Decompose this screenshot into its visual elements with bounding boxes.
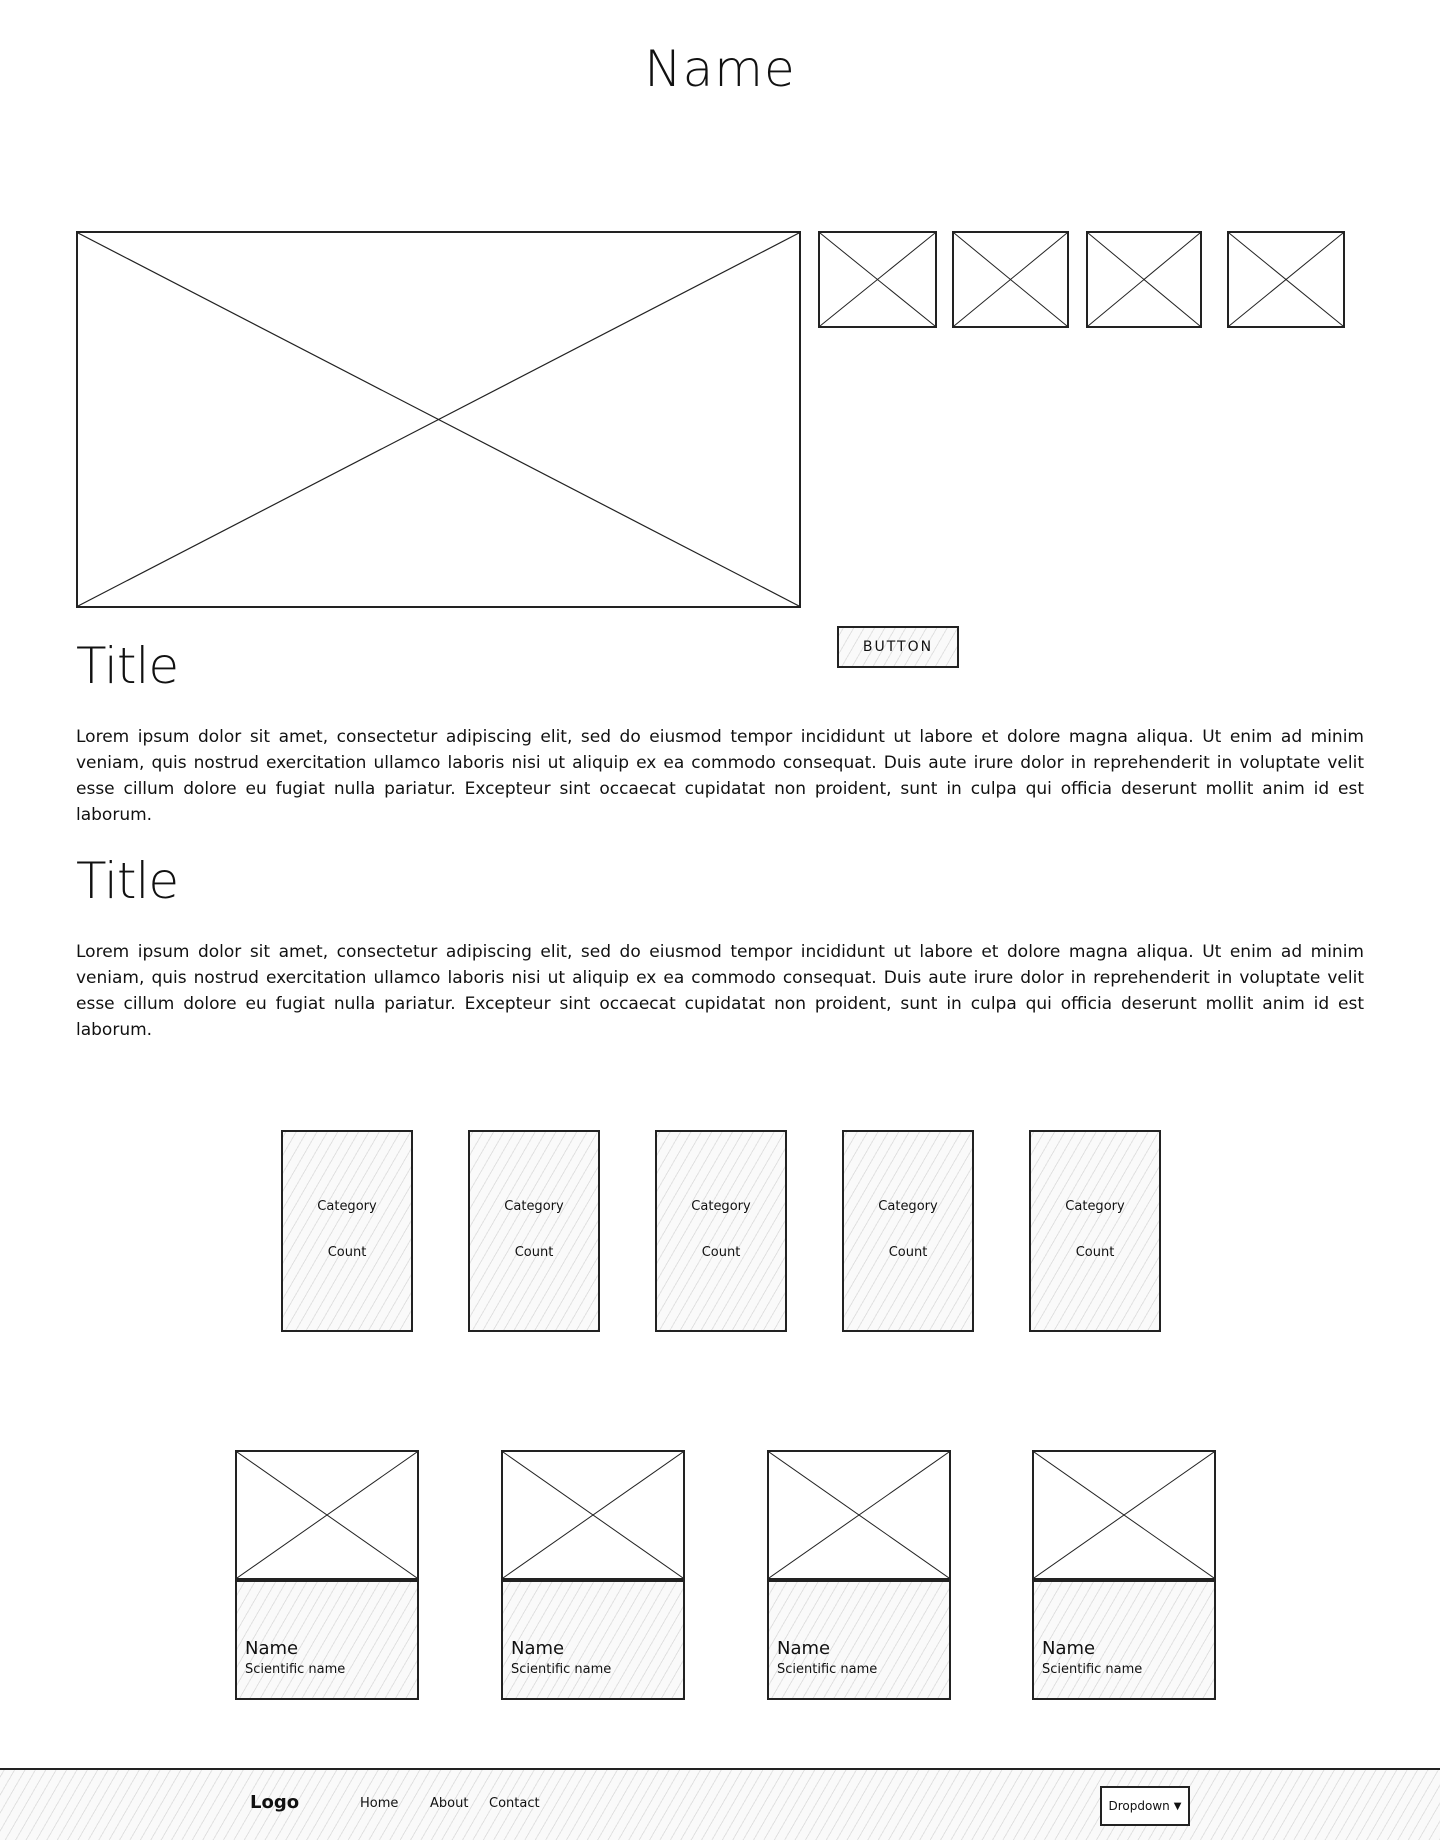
image-placeholder-icon — [954, 233, 1067, 326]
category-card[interactable]: Category Count — [1029, 1130, 1161, 1332]
species-card[interactable]: Name Scientific name — [501, 1450, 685, 1700]
species-card[interactable]: Name Scientific name — [1032, 1450, 1216, 1700]
gallery-thumbnail[interactable] — [818, 231, 937, 328]
image-placeholder-icon — [1229, 233, 1343, 326]
primary-button[interactable]: BUTTON — [837, 626, 959, 668]
section-title: Title — [76, 852, 179, 910]
category-card[interactable]: Category Count — [468, 1130, 600, 1332]
species-info: Name Scientific name — [1032, 1580, 1216, 1700]
image-placeholder-icon — [1034, 1452, 1214, 1578]
species-image — [235, 1450, 419, 1580]
species-info: Name Scientific name — [767, 1580, 951, 1700]
logo[interactable]: Logo — [250, 1792, 299, 1813]
category-card[interactable]: Category Count — [842, 1130, 974, 1332]
footer: Logo Home About Contact Dropdown ▼ — [0, 1768, 1440, 1840]
species-scientific-name: Scientific name — [511, 1662, 612, 1677]
nav-link-about[interactable]: About — [430, 1796, 468, 1811]
category-label: Category — [691, 1199, 751, 1214]
page-title: Name — [644, 40, 796, 98]
image-placeholder-icon — [237, 1452, 417, 1578]
nav-link-home[interactable]: Home — [360, 1796, 398, 1811]
chevron-down-icon: ▼ — [1173, 1800, 1182, 1812]
species-image — [1032, 1450, 1216, 1580]
hero-image — [76, 231, 801, 608]
dropdown-label: Dropdown — [1108, 1799, 1170, 1813]
gallery-thumbnail[interactable] — [1227, 231, 1345, 328]
species-card[interactable]: Name Scientific name — [235, 1450, 419, 1700]
category-count: Count — [1075, 1245, 1115, 1260]
species-name: Name — [1042, 1638, 1096, 1659]
species-scientific-name: Scientific name — [777, 1662, 878, 1677]
section-body: Lorem ipsum dolor sit amet, consectetur … — [76, 942, 1364, 1040]
image-placeholder-icon — [820, 233, 935, 326]
category-count: Count — [888, 1245, 928, 1260]
species-image — [501, 1450, 685, 1580]
gallery-thumbnail[interactable] — [952, 231, 1069, 328]
category-label: Category — [504, 1199, 564, 1214]
section-title: Title — [76, 637, 179, 695]
species-name: Name — [777, 1638, 831, 1659]
nav-link-contact[interactable]: Contact — [489, 1796, 540, 1811]
image-placeholder-icon — [1088, 233, 1200, 326]
image-placeholder-icon — [78, 233, 799, 606]
dropdown-select[interactable]: Dropdown ▼ — [1100, 1786, 1190, 1826]
gallery-thumbnail[interactable] — [1086, 231, 1202, 328]
species-info: Name Scientific name — [501, 1580, 685, 1700]
category-card[interactable]: Category Count — [281, 1130, 413, 1332]
category-label: Category — [317, 1199, 377, 1214]
category-count: Count — [514, 1245, 554, 1260]
species-info: Name Scientific name — [235, 1580, 419, 1700]
image-placeholder-icon — [503, 1452, 683, 1578]
species-scientific-name: Scientific name — [1042, 1662, 1143, 1677]
species-scientific-name: Scientific name — [245, 1662, 346, 1677]
category-card[interactable]: Category Count — [655, 1130, 787, 1332]
species-card[interactable]: Name Scientific name — [767, 1450, 951, 1700]
category-label: Category — [878, 1199, 938, 1214]
species-image — [767, 1450, 951, 1580]
image-placeholder-icon — [769, 1452, 949, 1578]
category-count: Count — [327, 1245, 367, 1260]
species-name: Name — [245, 1638, 299, 1659]
section-body: Lorem ipsum dolor sit amet, consectetur … — [76, 727, 1364, 825]
species-name: Name — [511, 1638, 565, 1659]
category-count: Count — [701, 1245, 741, 1260]
category-label: Category — [1065, 1199, 1125, 1214]
